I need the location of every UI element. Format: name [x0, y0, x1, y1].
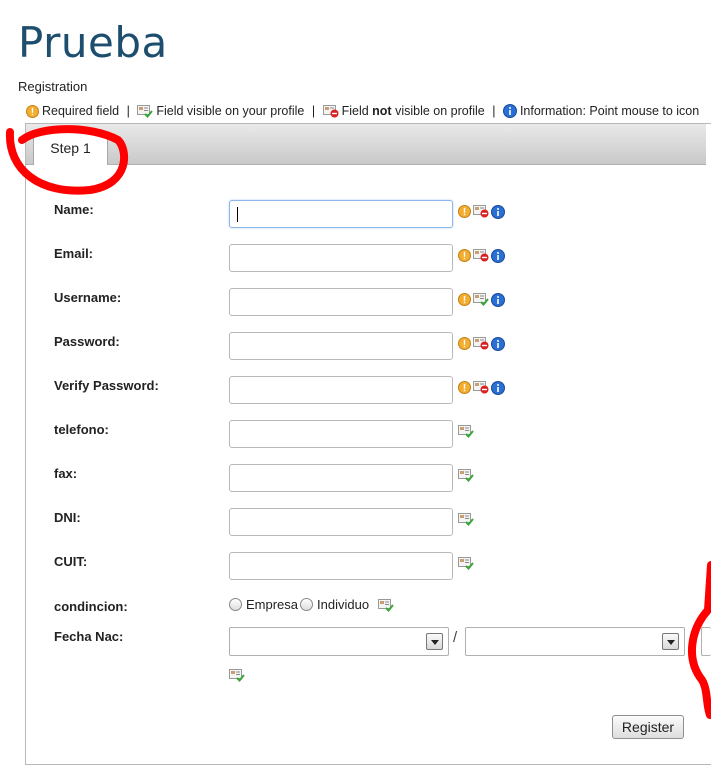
not-visible-icon — [473, 337, 489, 355]
field-icons — [458, 293, 507, 309]
required-icon — [26, 105, 39, 121]
field-icons — [458, 205, 507, 221]
text-input[interactable] — [229, 244, 453, 272]
info-icon[interactable] — [491, 205, 505, 224]
text-input[interactable] — [229, 508, 453, 536]
condicion-row: condincion: Empresa Individuo — [0, 597, 711, 627]
form-row: fax: — [0, 464, 711, 494]
form-row: Name: — [0, 200, 711, 230]
not-visible-icon — [473, 381, 489, 399]
field-label: DNI: — [54, 510, 81, 525]
required-icon — [458, 381, 471, 399]
form-row: DNI: — [0, 508, 711, 538]
form-row: Username: — [0, 288, 711, 318]
page-subtitle: Registration — [18, 79, 88, 94]
field-label: Verify Password: — [54, 378, 159, 393]
info-icon[interactable] — [491, 249, 505, 268]
legend-visible-text: Field visible on your profile — [156, 104, 305, 118]
form-row: CUIT: — [0, 552, 711, 582]
date-separator: / — [453, 629, 458, 646]
required-icon — [458, 337, 471, 355]
fecha-year-select[interactable] — [701, 627, 711, 656]
visible-icon — [458, 425, 474, 443]
form-row: Email: — [0, 244, 711, 274]
fecha-month-select[interactable] — [465, 627, 685, 656]
radio-individuo[interactable] — [300, 598, 314, 611]
radio-empresa-label: Empresa — [246, 597, 299, 612]
fecha-day-select[interactable] — [229, 627, 449, 656]
field-label: fax: — [54, 466, 78, 481]
field-label: Username: — [54, 290, 122, 305]
text-caret — [237, 207, 238, 222]
dropdown-arrow-icon[interactable] — [426, 633, 443, 650]
info-icon[interactable] — [491, 293, 505, 312]
register-button[interactable]: Register — [612, 715, 684, 739]
text-input[interactable] — [229, 332, 453, 360]
field-icons — [458, 249, 507, 265]
visible-icon — [137, 105, 154, 121]
condicion-radio-group: Empresa Individuo — [229, 597, 394, 615]
legend-not-visible-prefix: Field — [341, 104, 369, 118]
radio-empresa[interactable] — [229, 598, 242, 611]
fecha-nac-row: Fecha Nac: / — [0, 627, 711, 657]
field-icons — [458, 557, 476, 573]
legend-not-visible-suffix: visible on profile — [395, 104, 485, 118]
text-input[interactable] — [229, 200, 453, 228]
field-icons — [458, 337, 507, 353]
text-input[interactable] — [229, 420, 453, 448]
not-visible-icon — [322, 105, 339, 121]
legend-required-text: Required field — [42, 104, 120, 118]
form-row: Verify Password: — [0, 376, 711, 406]
text-input[interactable] — [229, 376, 453, 404]
not-visible-icon — [473, 205, 489, 223]
field-icons — [458, 469, 476, 485]
visible-icon — [458, 469, 474, 487]
not-visible-icon — [473, 249, 489, 267]
legend-not-visible-bold: not — [372, 104, 392, 118]
icon-legend: Required field | Field visible on your p… — [26, 104, 699, 121]
visible-icon — [229, 669, 245, 687]
field-label: CUIT: — [54, 554, 88, 569]
info-icon — [502, 104, 517, 121]
required-icon — [458, 293, 471, 311]
info-icon[interactable] — [491, 381, 505, 400]
form-row: telefono: — [0, 420, 711, 450]
tab-step-1[interactable]: Step 1 — [33, 132, 108, 165]
field-label: Email: — [54, 246, 94, 261]
field-label: telefono: — [54, 422, 109, 437]
text-input[interactable] — [229, 464, 453, 492]
dropdown-arrow-icon[interactable] — [662, 633, 679, 650]
field-icons — [458, 381, 507, 397]
tab-bar: Step 1 — [26, 124, 706, 165]
info-icon[interactable] — [491, 337, 505, 356]
visible-icon — [377, 599, 394, 615]
page-title: Prueba — [18, 18, 168, 67]
field-icons — [458, 513, 476, 529]
form-row: Password: — [0, 332, 711, 362]
text-input[interactable] — [229, 288, 453, 316]
fecha-nac-label: Fecha Nac: — [54, 629, 124, 644]
visible-icon — [458, 557, 474, 575]
field-icons — [458, 425, 476, 441]
condicion-label: condincion: — [54, 599, 128, 614]
radio-individuo-label: Individuo — [317, 597, 370, 612]
text-input[interactable] — [229, 552, 453, 580]
visible-icon — [473, 293, 489, 311]
legend-info-text: Information: Point mouse to icon — [519, 104, 700, 118]
visible-icon — [458, 513, 474, 531]
field-label: Name: — [54, 202, 94, 217]
required-icon — [458, 249, 471, 267]
field-label: Password: — [54, 334, 120, 349]
required-icon — [458, 205, 471, 223]
